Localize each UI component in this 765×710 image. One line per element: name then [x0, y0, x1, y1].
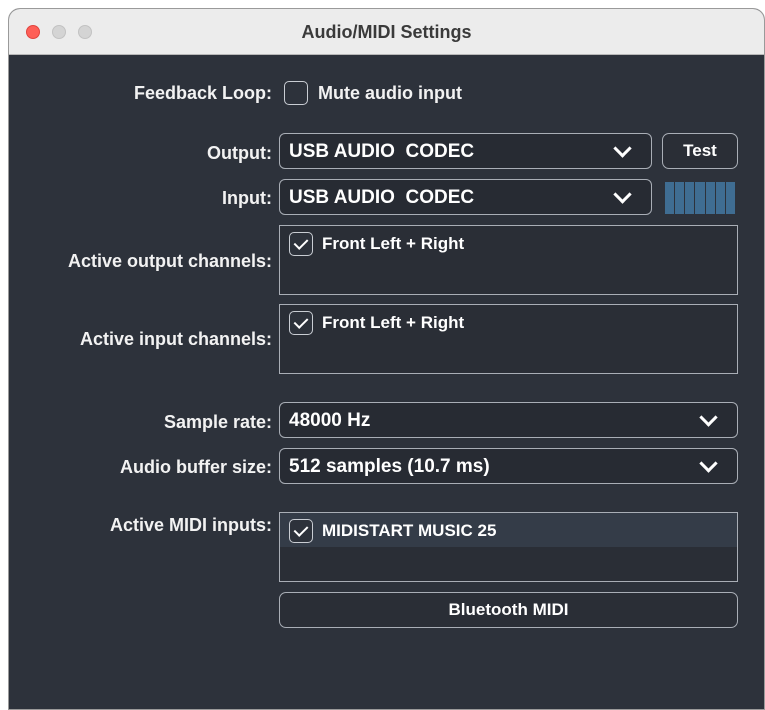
- active-midi-inputs-list[interactable]: MIDISTART MUSIC 25: [279, 512, 738, 582]
- meter-segment: [715, 182, 725, 214]
- title-bar: Audio/MIDI Settings: [9, 9, 764, 55]
- meter-segment: [725, 182, 735, 214]
- active-output-channels-label: Active output channels:: [67, 251, 272, 271]
- input-device-value: USB AUDIO CODEC: [289, 187, 475, 208]
- settings-window: Audio/MIDI Settings Feedback Loop: Mute …: [8, 8, 765, 710]
- audio-buffer-size-dropdown[interactable]: 512 samples (10.7 ms): [279, 448, 738, 484]
- meter-segment: [685, 182, 695, 214]
- mute-audio-input-checkbox[interactable]: [284, 81, 308, 105]
- active-output-channels-list[interactable]: Front Left + Right: [279, 225, 738, 295]
- input-level-meter: [665, 182, 735, 214]
- window-title: Audio/MIDI Settings: [301, 22, 472, 42]
- output-device-dropdown[interactable]: USB AUDIO CODEC: [279, 133, 652, 169]
- list-item[interactable]: Front Left + Right: [280, 305, 737, 339]
- output-device-value: USB AUDIO CODEC: [289, 141, 475, 162]
- meter-segment: [705, 182, 715, 214]
- chevron-down-icon: [613, 139, 632, 158]
- meter-segment: [665, 182, 675, 214]
- chevron-down-icon: [699, 454, 718, 473]
- active-input-channels-list[interactable]: Front Left + Right: [279, 304, 738, 374]
- input-label: Input:: [222, 188, 272, 208]
- test-button[interactable]: Test: [662, 133, 738, 169]
- output-label: Output:: [207, 143, 272, 163]
- meter-segment: [675, 182, 685, 214]
- audio-buffer-size-value: 512 samples (10.7 ms): [289, 456, 490, 477]
- feedback-loop-label: Feedback Loop:: [133, 83, 272, 103]
- input-device-dropdown[interactable]: USB AUDIO CODEC: [279, 179, 652, 215]
- list-item-label: MIDISTART MUSIC 25: [322, 521, 497, 540]
- chevron-down-icon: [613, 185, 632, 204]
- meter-segment: [695, 182, 705, 214]
- sample-rate-label: Sample rate:: [163, 412, 272, 432]
- list-item[interactable]: MIDISTART MUSIC 25: [280, 513, 737, 547]
- list-item[interactable]: Front Left + Right: [280, 226, 737, 260]
- sample-rate-value: 48000 Hz: [289, 410, 371, 431]
- list-item-label: Front Left + Right: [322, 234, 465, 253]
- front-left-right-input-checkbox[interactable]: [289, 311, 313, 335]
- sample-rate-dropdown[interactable]: 48000 Hz: [279, 402, 738, 438]
- mute-audio-input-label[interactable]: Mute audio input: [318, 83, 462, 104]
- chevron-down-icon: [699, 408, 718, 427]
- active-input-channels-label: Active input channels:: [79, 329, 272, 349]
- active-midi-inputs-label: Active MIDI inputs:: [109, 515, 272, 535]
- bluetooth-midi-button[interactable]: Bluetooth MIDI: [279, 592, 738, 628]
- midistart-music-25-checkbox[interactable]: [289, 519, 313, 543]
- audio-buffer-size-label: Audio buffer size:: [120, 457, 272, 477]
- list-item-label: Front Left + Right: [322, 313, 465, 332]
- front-left-right-output-checkbox[interactable]: [289, 232, 313, 256]
